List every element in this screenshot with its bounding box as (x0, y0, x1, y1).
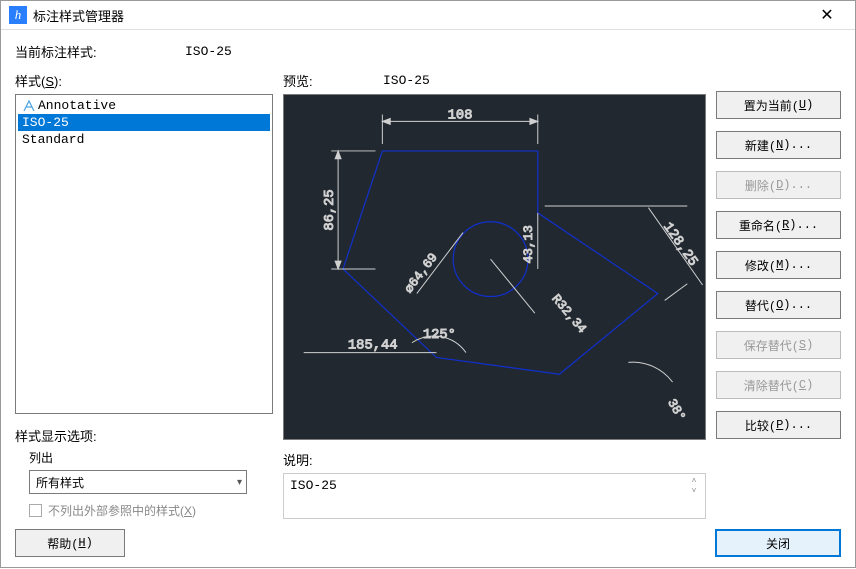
current-style-value: ISO-25 (185, 44, 232, 59)
app-icon: h (9, 6, 27, 24)
description-block: 说明: ISO-25 ˄ ˅ (283, 450, 706, 519)
chevron-down-icon: ▾ (237, 477, 242, 488)
left-column: 样式(S): Annotative ISO-25 Standard 样式显示选项… (15, 71, 273, 519)
main-area: 样式(S): Annotative ISO-25 Standard 样式显示选项… (15, 71, 841, 519)
annotative-icon (22, 99, 36, 113)
checkbox-label: 不列出外部参照中的样式(X) (48, 502, 196, 519)
filter-combo[interactable]: 所有样式 ▾ (29, 470, 247, 494)
combo-value: 所有样式 (36, 474, 237, 491)
dimension-style-manager-dialog: h 标注样式管理器 ✕ 当前标注样式: ISO-25 样式(S): Annota… (0, 0, 856, 568)
preview-label: 预览: (283, 71, 383, 90)
modify-button[interactable]: 修改(M)... (716, 251, 841, 279)
compare-button[interactable]: 比较(P)... (716, 411, 841, 439)
clear-override-button: 清除替代(C) (716, 371, 841, 399)
dim-top: 108 (448, 108, 473, 123)
styles-header: 样式(S): (15, 71, 273, 90)
override-button[interactable]: 替代(O)... (716, 291, 841, 319)
titlebar: h 标注样式管理器 ✕ (1, 1, 855, 30)
close-icon[interactable]: ✕ (807, 1, 847, 29)
help-button[interactable]: 帮助(H) (15, 529, 125, 557)
description-label: 说明: (283, 450, 706, 469)
current-style-row: 当前标注样式: ISO-25 (15, 42, 841, 61)
dim-diag: 128,25 (659, 220, 700, 269)
spin-down-icon[interactable]: ˅ (687, 488, 701, 496)
style-name: ISO-25 (22, 115, 69, 130)
close-button[interactable]: 关闭 (715, 529, 841, 557)
dim-radius: R32,34 (548, 291, 589, 336)
style-name: Standard (22, 132, 84, 147)
rename-button[interactable]: 重命名(R)... (716, 211, 841, 239)
dim-bottom: 185,44 (348, 339, 398, 354)
new-button[interactable]: 新建(N)... (716, 131, 841, 159)
content-area: 当前标注样式: ISO-25 样式(S): Annotative ISO-25 … (1, 30, 855, 529)
style-name: Annotative (38, 98, 116, 113)
description-value: ISO-25 (290, 478, 337, 493)
styles-listbox[interactable]: Annotative ISO-25 Standard (15, 94, 273, 414)
dim-rot-angle: 38° (664, 396, 688, 423)
dim-angle: 125° (423, 328, 456, 343)
preview-style-name: ISO-25 (383, 73, 430, 88)
description-box: ISO-25 ˄ ˅ (283, 473, 706, 519)
spin-up-icon[interactable]: ˄ (687, 478, 701, 486)
preview-header: 预览: ISO-25 (283, 71, 706, 90)
list-item[interactable]: Standard (18, 131, 270, 148)
middle-column: 预览: ISO-25 108 (283, 71, 706, 519)
display-options-header: 样式显示选项: (15, 426, 273, 445)
description-spinner[interactable]: ˄ ˅ (687, 478, 701, 496)
current-style-label: 当前标注样式: (15, 42, 185, 61)
dim-diameter: ⌀64,69 (401, 250, 441, 296)
dim-left: 86,25 (323, 189, 338, 230)
preview-canvas: 108 86,25 128,25 43,13 R32,34 (283, 94, 706, 440)
right-button-column: 置为当前(U) 新建(N)... 删除(D)... 重命名(R)... 修改(M… (716, 71, 841, 519)
delete-button: 删除(D)... (716, 171, 841, 199)
checkbox-icon (29, 504, 42, 517)
xref-checkbox-row[interactable]: 不列出外部参照中的样式(X) (29, 502, 273, 519)
save-override-button: 保存替代(S) (716, 331, 841, 359)
dialog-title: 标注样式管理器 (33, 6, 807, 25)
dim-vert-small: 43,13 (521, 225, 536, 263)
list-item[interactable]: ISO-25 (18, 114, 270, 131)
set-current-button[interactable]: 置为当前(U) (716, 91, 841, 119)
list-label: 列出 (29, 449, 273, 466)
footer: 帮助(H) 关闭 (1, 529, 855, 569)
display-options: 样式显示选项: 列出 所有样式 ▾ 不列出外部参照中的样式(X) (15, 426, 273, 519)
list-item[interactable]: Annotative (18, 97, 270, 114)
